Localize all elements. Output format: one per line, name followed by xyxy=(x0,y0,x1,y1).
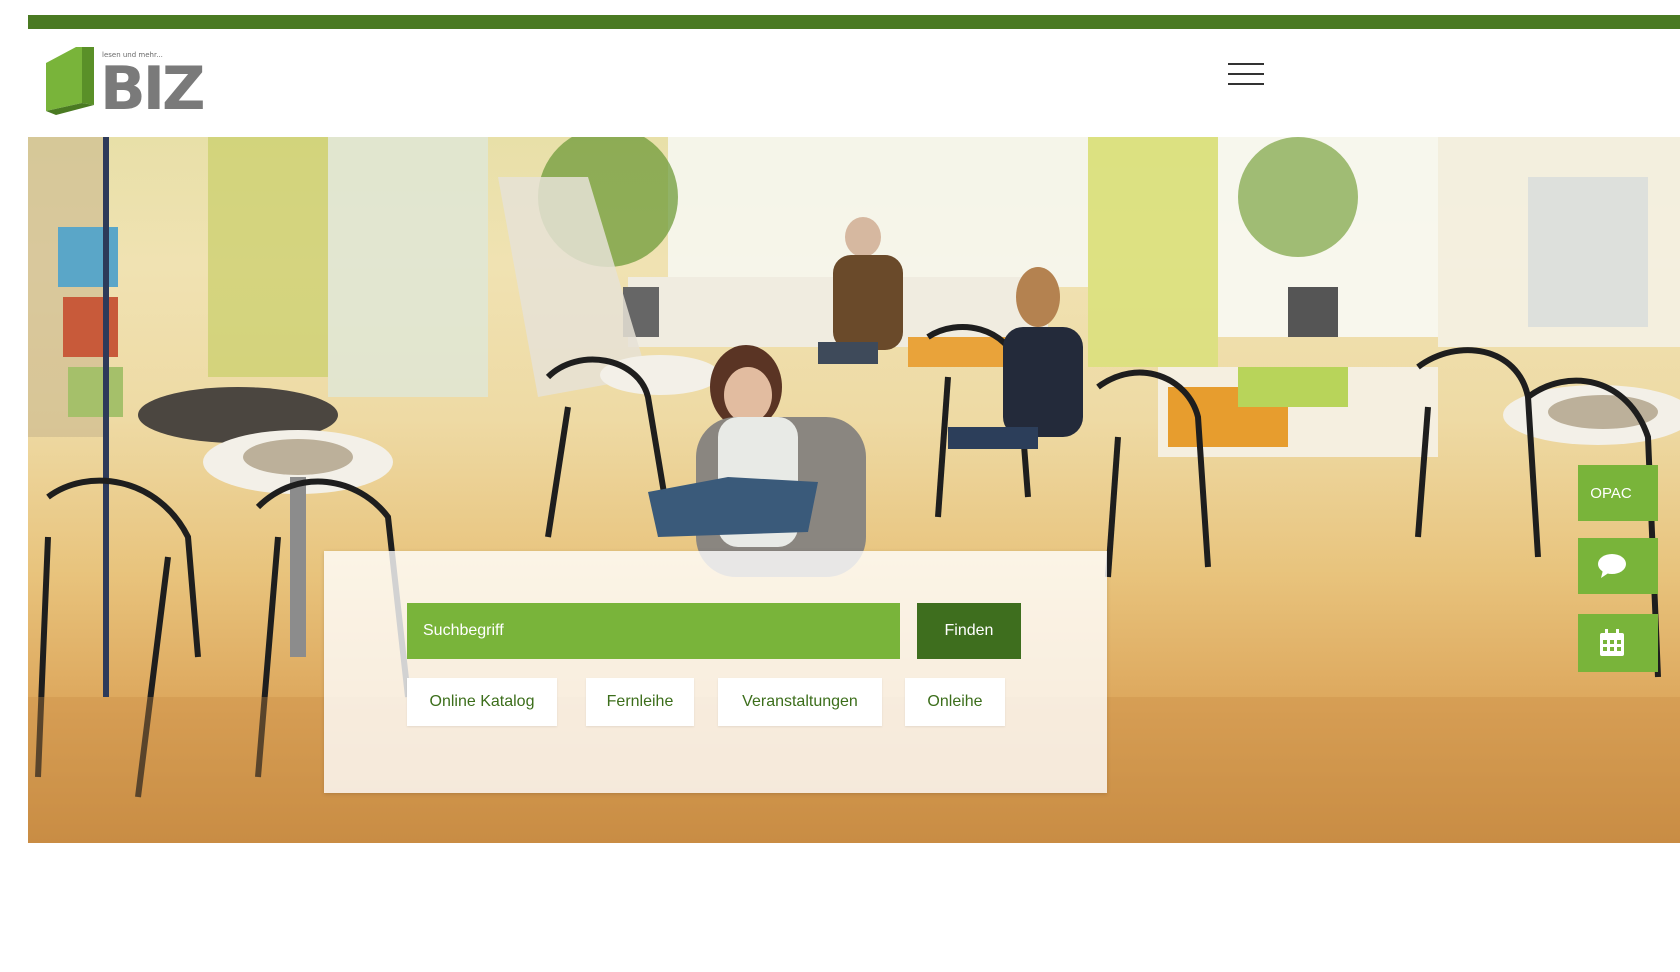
search-panel: Finden Online Katalog Fernleihe Veransta… xyxy=(324,551,1107,793)
site-header: lesen und mehr... BIZ xyxy=(28,29,1680,137)
page: lesen und mehr... BIZ Suchbegriff Finden… xyxy=(28,0,1680,972)
search-submit-button[interactable]: Finden xyxy=(917,603,1021,659)
hamburger-icon xyxy=(1228,63,1264,65)
biz-logo[interactable]: lesen und mehr... BIZ xyxy=(42,43,214,121)
chat-tab[interactable] xyxy=(1578,538,1658,594)
opac-tab-label: OPAC xyxy=(1590,484,1632,502)
book-logo-icon xyxy=(46,47,94,115)
chat-bubble-icon xyxy=(1598,554,1626,578)
menu-button[interactable] xyxy=(1226,59,1266,89)
quick-link-fernleihe[interactable]: Fernleihe xyxy=(586,678,694,726)
calendar-tab[interactable] xyxy=(1578,614,1658,672)
quick-link-veranstaltungen[interactable]: Veranstaltungen xyxy=(718,678,882,726)
logo-wordmark: BIZ xyxy=(100,54,206,124)
calendar-icon xyxy=(1600,629,1624,656)
quick-link-online-katalog[interactable]: Online Katalog xyxy=(407,678,557,726)
opac-tab[interactable]: OPAC xyxy=(1578,465,1658,521)
quick-link-onleihe[interactable]: Onleihe xyxy=(905,678,1005,726)
top-accent-bar xyxy=(28,15,1680,29)
search-input[interactable] xyxy=(407,603,900,659)
hero-banner: Finden Online Katalog Fernleihe Veransta… xyxy=(28,137,1680,843)
